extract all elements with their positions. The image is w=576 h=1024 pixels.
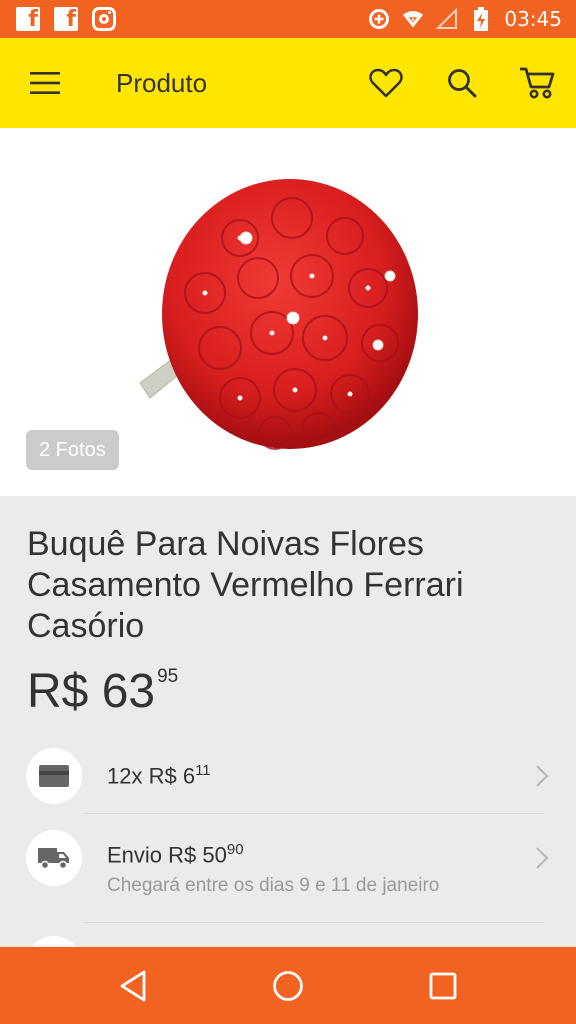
facebook-icon: f: [54, 7, 78, 31]
data-saver-icon: [368, 8, 390, 30]
product-image-gallery[interactable]: 2 Fotos: [0, 128, 576, 496]
product-title: Buquê Para Noivas Flores Casamento Verme…: [27, 525, 464, 645]
heart-icon: [369, 68, 403, 98]
navigation-bar: [0, 947, 576, 1024]
price-cents: 95: [157, 666, 179, 687]
instagram-icon: [92, 7, 116, 31]
shipping-cents: 90: [226, 841, 244, 858]
back-icon: [120, 970, 146, 1001]
battery-charging-icon: [470, 7, 492, 31]
search-icon: [448, 69, 477, 98]
app-bar: Produto: [0, 38, 576, 128]
credit-card-icon: [39, 765, 69, 787]
shipping-text: Envio R$ 5090: [107, 841, 244, 868]
recents-icon: [429, 972, 457, 999]
chevron-right-icon: [532, 844, 552, 872]
home-button[interactable]: [258, 956, 318, 1016]
back-button[interactable]: [103, 956, 163, 1016]
cart-icon: [520, 67, 555, 99]
menu-icon: [30, 72, 60, 94]
menu-button[interactable]: [0, 38, 90, 128]
search-button[interactable]: [424, 38, 500, 128]
status-bar: f f 03:45: [0, 0, 576, 38]
product-price: R$ 63 95: [27, 666, 178, 718]
status-time: 03:45: [504, 7, 562, 31]
truck-icon: [38, 848, 69, 870]
divider: [83, 813, 544, 814]
divider: [83, 922, 544, 923]
product-details: Buquê Para Noivas Flores Casamento Verme…: [0, 496, 576, 992]
shipping-icon-circle: [26, 830, 82, 886]
recents-button[interactable]: [413, 956, 473, 1016]
price-main: R$ 63: [27, 665, 156, 718]
home-icon: [273, 970, 303, 1001]
installments-cents: 11: [195, 762, 211, 779]
installments-label: 12x R$ 6: [107, 763, 196, 789]
shipping-label: Envio R$ 50: [107, 842, 227, 868]
page-title: Produto: [116, 67, 208, 98]
cart-button[interactable]: [500, 38, 576, 128]
wifi-icon: [402, 8, 424, 30]
installments-icon-circle: [26, 748, 82, 804]
photo-count-badge[interactable]: 2 Fotos: [26, 430, 119, 470]
signal-icon: [436, 8, 458, 30]
favorite-button[interactable]: [348, 38, 424, 128]
installments-text: 12x R$ 611: [107, 762, 211, 789]
facebook-icon: f: [16, 7, 40, 31]
shipping-arrival: Chegará entre os dias 9 e 11 de janeiro: [107, 875, 440, 896]
chevron-right-icon: [532, 762, 552, 790]
